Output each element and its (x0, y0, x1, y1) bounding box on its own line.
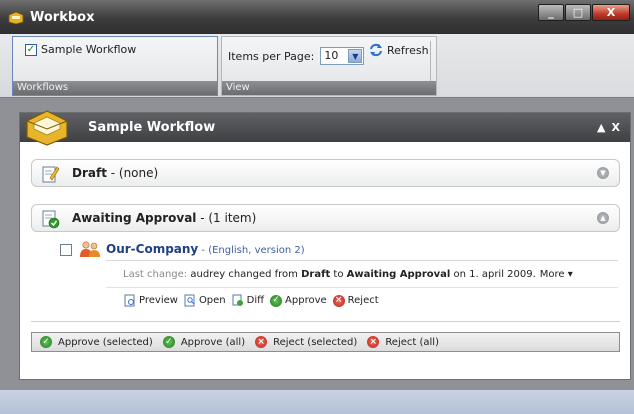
diff-button[interactable]: Diff (232, 294, 264, 307)
sample-workflow-checkbox-label: Sample Workflow (41, 43, 137, 56)
item-title: Our-Company - (English, version 2) (106, 242, 305, 256)
close-panel-icon[interactable]: X (612, 121, 620, 134)
preview-label: Preview (139, 295, 178, 306)
close-window-button[interactable]: X (592, 4, 630, 21)
reject-x-icon: × (255, 336, 268, 348)
workflow-panel: Sample Workflow ▲ X Draft - (none) ▼ Awa… (19, 110, 631, 380)
diff-label: Diff (246, 295, 265, 306)
approval-document-icon (42, 210, 60, 229)
ribbon: ✓ Sample Workflow Workflows Items per Pa… (0, 34, 634, 98)
reject-button[interactable]: × Reject (332, 294, 379, 307)
app-title: Workbox (30, 10, 95, 25)
open-button[interactable]: Open (184, 294, 226, 307)
approve-label: Approve (285, 295, 327, 306)
draft-section-label: Draft - (none) (72, 166, 158, 180)
from-state: Draft (301, 269, 331, 280)
expand-chevron-icon[interactable]: ▼ (597, 167, 609, 179)
collapse-chevron-icon[interactable]: ▲ (597, 212, 609, 224)
reject-x-icon: × (367, 336, 380, 348)
change-date: on 1. april 2009. (450, 269, 536, 280)
awaiting-state-name: Awaiting Approval (72, 211, 197, 225)
workflows-group: ✓ Sample Workflow Workflows (12, 36, 218, 96)
draft-document-icon (42, 166, 60, 183)
open-icon (184, 294, 195, 307)
bulk-actions-bar: ✓ Approve (selected) ✓ Approve (all) × R… (31, 332, 620, 352)
item-divider (106, 260, 618, 261)
to-state: Awaiting Approval (346, 269, 451, 280)
reject-selected-label: Reject (selected) (273, 336, 358, 348)
window-controls: _ □ X (537, 4, 630, 21)
ribbon-empty-area (440, 36, 634, 96)
maximize-button[interactable]: □ (565, 4, 591, 21)
item-select-checkbox[interactable] (60, 244, 72, 256)
workflows-group-label: Workflows (13, 81, 217, 95)
approve-button[interactable]: ✓ Approve (270, 294, 327, 307)
view-group-divider (430, 41, 431, 81)
checkbox-checked-icon[interactable]: ✓ (25, 43, 37, 56)
item-actions: Preview Open Diff ✓ Approve × Reject (124, 294, 379, 307)
bulk-divider (31, 321, 620, 322)
reject-x-icon: × (332, 294, 345, 307)
approve-selected-button[interactable]: ✓ Approve (selected) (40, 336, 153, 348)
last-change-label: Last change: (123, 269, 188, 280)
open-label: Open (198, 295, 226, 306)
preview-button[interactable]: Preview (124, 294, 178, 307)
item-name-link[interactable]: Our-Company (106, 242, 198, 256)
item-meta: - (English, version 2) (198, 245, 305, 256)
last-change-line: Last change: audrey changed from Draft t… (123, 269, 573, 280)
to-word: to (330, 269, 347, 280)
sample-workflow-checkbox[interactable]: ✓ Sample Workflow (25, 43, 136, 56)
items-per-page-value: 10 (324, 49, 339, 62)
awaiting-approval-section-label: Awaiting Approval - (1 item) (72, 211, 256, 225)
chevron-down-icon[interactable]: ▼ (348, 49, 363, 63)
view-group-label: View (222, 81, 436, 95)
items-per-page-select[interactable]: 10 ▼ (320, 47, 365, 65)
draft-state-name: Draft (72, 166, 107, 180)
panel-title: Sample Workflow (88, 120, 216, 135)
workflow-tray-icon (26, 110, 68, 146)
approve-check-icon: ✓ (162, 336, 175, 348)
last-change-text: audrey changed from (187, 269, 302, 280)
users-icon (80, 241, 100, 257)
preview-icon (124, 294, 135, 307)
diff-icon (232, 294, 243, 306)
panel-controls: ▲ X (597, 121, 620, 134)
title-bar: Workbox _ □ X (0, 0, 634, 34)
approve-check-icon: ✓ (270, 294, 283, 307)
reject-label: Reject (347, 295, 379, 306)
workbox-window: Workbox _ □ X ✓ Sample Workflow Workflow… (0, 0, 634, 414)
view-group: Items per Page: 10 ▼ Refresh View (221, 36, 437, 96)
more-dropdown[interactable]: More ▾ (540, 269, 573, 280)
reject-selected-button[interactable]: × Reject (selected) (255, 336, 357, 348)
approve-selected-label: Approve (selected) (58, 336, 153, 348)
approve-all-label: Approve (all) (180, 336, 246, 348)
refresh-label: Refresh (387, 43, 429, 57)
panel-header: Sample Workflow ▲ X (20, 113, 630, 142)
awaiting-approval-section-header[interactable]: Awaiting Approval - (1 item) ▲ (31, 204, 620, 232)
draft-section-header[interactable]: Draft - (none) ▼ (31, 159, 620, 187)
awaiting-state-count: - (1 item) (196, 211, 257, 225)
refresh-icon (370, 43, 382, 57)
reject-all-label: Reject (all) (385, 336, 439, 348)
approve-check-icon: ✓ (40, 336, 52, 348)
refresh-button[interactable]: Refresh (368, 43, 429, 57)
items-per-page: Items per Page: 10 ▼ (228, 47, 365, 65)
workbox-app-icon (8, 12, 24, 24)
approve-all-button[interactable]: ✓ Approve (all) (162, 336, 246, 348)
main-bottom-strip (0, 390, 634, 414)
minimize-button[interactable]: _ (538, 4, 564, 21)
collapse-panel-icon[interactable]: ▲ (597, 121, 605, 134)
item-divider-2 (106, 287, 618, 288)
draft-state-count: - (none) (106, 166, 159, 180)
items-per-page-label: Items per Page: (228, 49, 315, 63)
reject-all-button[interactable]: × Reject (all) (367, 336, 439, 348)
